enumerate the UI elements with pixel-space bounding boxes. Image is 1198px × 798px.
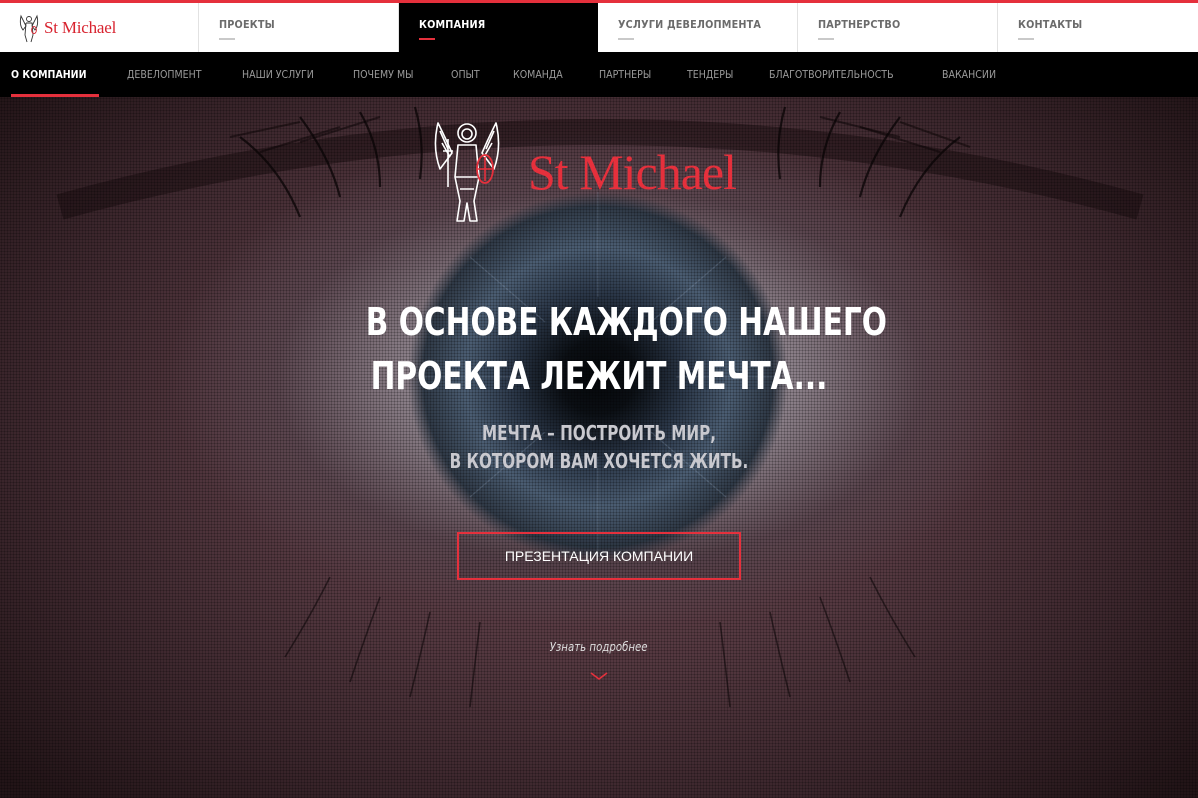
learn-more-link[interactable]: Узнать подробнее	[498, 640, 700, 654]
topnav-dash	[1018, 38, 1035, 40]
topnav-item-company[interactable]: КОМПАНИЯ	[398, 3, 599, 52]
brand-logo[interactable]: St Michael	[0, 3, 199, 52]
subnav-label: О КОМПАНИИ	[11, 68, 87, 81]
subnav-item-why-us[interactable]: ПОЧЕМУ МЫ	[353, 52, 423, 97]
subnav-label: ДЕВЕЛОПМЕНТ	[126, 68, 202, 81]
hero-subheadline: МЕЧТА – ПОСТРОИТЬ МИР, В КОТОРОМ ВАМ ХОЧ…	[350, 419, 848, 475]
topnav-active-dash	[418, 38, 435, 40]
subnav-item-experience[interactable]: ОПЫТ	[451, 52, 484, 97]
topnav-dash	[218, 38, 235, 40]
hero-headline-line: ПРОЕКТА ЛЕЖИТ МЕЧТА...	[370, 354, 828, 398]
archangel-emblem-icon	[434, 122, 500, 222]
topnav-label: ПРОЕКТЫ	[218, 18, 275, 31]
cta-label: ПРЕЗЕНТАЦИЯ КОМПАНИИ	[504, 548, 694, 564]
top-navigation: St Michael ПРОЕКТЫ КОМПАНИЯ УСЛУГИ ДЕВЕЛ…	[0, 0, 1198, 52]
subnav-item-partners[interactable]: ПАРТНЕРЫ	[599, 52, 660, 97]
chevron-down-icon[interactable]	[589, 671, 609, 681]
hero-headline: В ОСНОВЕ КАЖДОГО НАШЕГО ПРОЕКТА ЛЕЖИТ МЕ…	[300, 295, 898, 403]
hero-section: St Michael В ОСНОВЕ КАЖДОГО НАШЕГО ПРОЕК…	[0, 97, 1198, 798]
hero-subheadline-line: МЕЧТА – ПОСТРОИТЬ МИР,	[481, 421, 717, 445]
topnav-label: КОНТАКТЫ	[1018, 18, 1083, 31]
topnav-item-contacts[interactable]: КОНТАКТЫ	[998, 3, 1198, 52]
archangel-emblem-icon	[19, 14, 39, 42]
company-presentation-button[interactable]: ПРЕЗЕНТАЦИЯ КОМПАНИИ	[457, 532, 741, 580]
subnav-item-development[interactable]: ДЕВЕЛОПМЕНТ	[127, 52, 214, 97]
hero-brand-name: St Michael	[528, 144, 737, 200]
topnav-item-projects[interactable]: ПРОЕКТЫ	[199, 3, 399, 52]
topnav-label: ПАРТНЕРСТВО	[818, 18, 901, 31]
hero-brand-logo: St Michael	[430, 117, 780, 227]
topnav-dash	[818, 38, 835, 40]
subnav-label: ПОЧЕМУ МЫ	[353, 68, 414, 81]
subnav-item-tenders[interactable]: ТЕНДЕРЫ	[687, 52, 741, 97]
sub-navigation: О КОМПАНИИ ДЕВЕЛОПМЕНТ НАШИ УСЛУГИ ПОЧЕМ…	[0, 52, 1198, 97]
subnav-label: ОПЫТ	[451, 68, 481, 81]
subnav-item-services[interactable]: НАШИ УСЛУГИ	[242, 52, 326, 97]
subnav-label: БЛАГОТВОРИТЕЛЬНОСТЬ	[769, 68, 894, 81]
hero-headline-line: В ОСНОВЕ КАЖДОГО НАШЕГО	[365, 300, 887, 344]
subnav-label: ТЕНДЕРЫ	[687, 68, 734, 81]
brand-name: St Michael	[44, 17, 117, 37]
subnav-item-team[interactable]: КОМАНДА	[513, 52, 571, 97]
topnav-item-development-services[interactable]: УСЛУГИ ДЕВЕЛОПМЕНТА	[598, 3, 799, 52]
topnav-label: КОМПАНИЯ	[418, 18, 486, 31]
subnav-item-vacancies[interactable]: ВАКАНСИИ	[942, 52, 1005, 97]
subnav-label: ПАРТНЕРЫ	[598, 68, 651, 81]
topnav-item-partnership[interactable]: ПАРТНЕРСТВО	[798, 3, 999, 52]
subnav-label: НАШИ УСЛУГИ	[241, 68, 314, 81]
learn-more-label: Узнать подробнее	[550, 640, 648, 654]
subnav-label: КОМАНДА	[512, 68, 563, 81]
subnav-item-about[interactable]: О КОМПАНИИ	[11, 52, 99, 97]
topnav-label: УСЛУГИ ДЕВЕЛОПМЕНТА	[618, 18, 762, 31]
hero-subheadline-line: В КОТОРОМ ВАМ ХОЧЕТСЯ ЖИТЬ.	[449, 449, 749, 473]
topnav-dash	[618, 38, 635, 40]
subnav-item-charity[interactable]: БЛАГОТВОРИТЕЛЬНОСТЬ	[769, 52, 914, 97]
subnav-label: ВАКАНСИИ	[942, 68, 997, 81]
